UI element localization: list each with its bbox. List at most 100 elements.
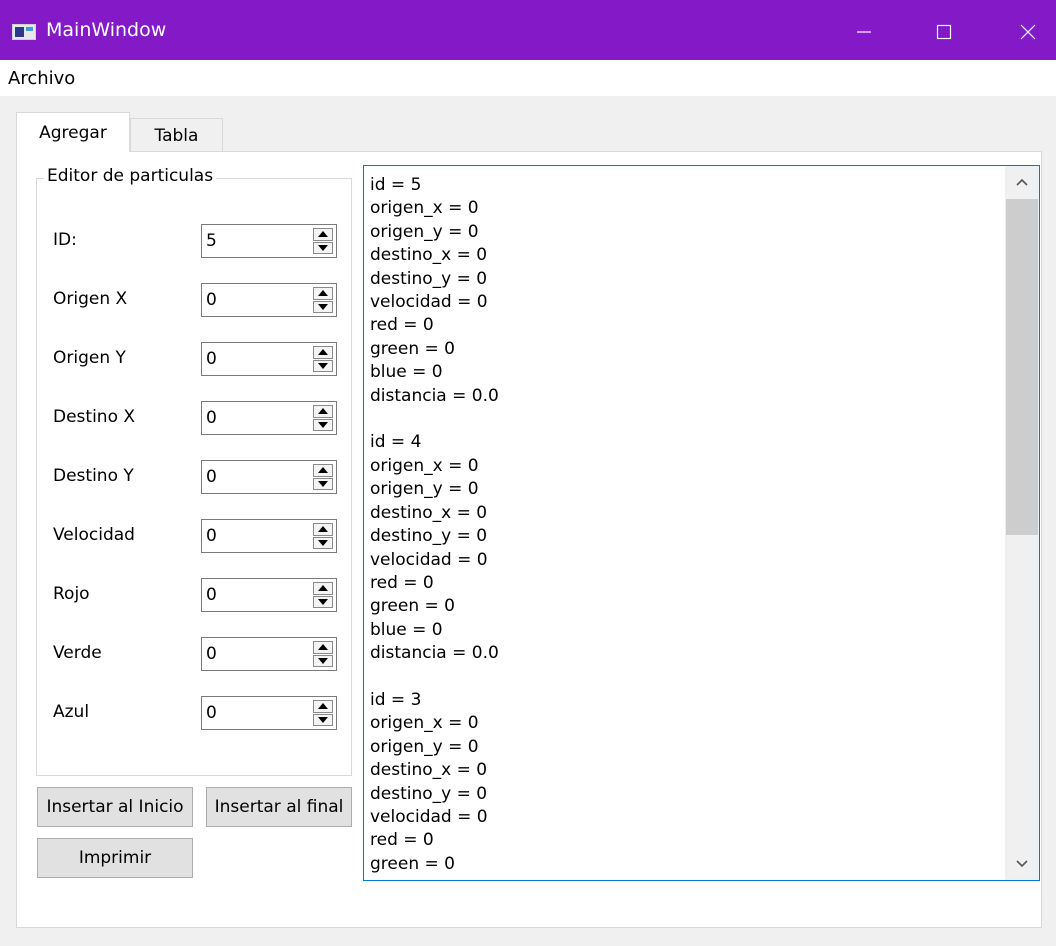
field-row-id: ID: 5: [37, 224, 353, 258]
velocidad-label: Velocidad: [53, 525, 135, 545]
field-row-verde: Verde 0: [37, 637, 353, 671]
close-button[interactable]: [1000, 10, 1056, 54]
spin-up-button[interactable]: [313, 464, 333, 477]
origen-x-value[interactable]: 0: [206, 290, 217, 310]
id-label: ID:: [53, 230, 77, 250]
arrow-up-icon: [318, 644, 328, 651]
id-value[interactable]: 5: [206, 231, 217, 251]
arrow-down-icon: [318, 421, 328, 428]
maximize-icon: [936, 24, 952, 40]
arrow-up-icon: [318, 290, 328, 297]
verde-value[interactable]: 0: [206, 644, 217, 664]
app-window-icon: [12, 24, 36, 40]
arrow-up-icon: [318, 467, 328, 474]
spin-up-button[interactable]: [313, 641, 333, 654]
arrow-up-icon: [318, 585, 328, 592]
arrow-down-icon: [318, 362, 328, 369]
arrow-up-icon: [318, 526, 328, 533]
id-spinbox[interactable]: 5: [201, 224, 337, 258]
central-widget: Agregar Tabla Editor de particulas ID: 5…: [0, 96, 1056, 946]
minimize-button[interactable]: [836, 10, 892, 54]
output-text[interactable]: id = 5 origen_x = 0 origen_y = 0 destino…: [370, 174, 1000, 876]
verde-spinbox[interactable]: 0: [201, 637, 337, 671]
field-row-origen-y: Origen Y 0: [37, 342, 353, 376]
destino-x-label: Destino X: [53, 407, 136, 427]
spin-up-button[interactable]: [313, 405, 333, 418]
field-row-rojo: Rojo 0: [37, 578, 353, 612]
rojo-spinbox[interactable]: 0: [201, 578, 337, 612]
field-row-origen-x: Origen X 0: [37, 283, 353, 317]
spin-down-button[interactable]: [313, 418, 333, 431]
arrow-up-icon: [318, 349, 328, 356]
spin-up-button[interactable]: [313, 700, 333, 713]
destino-y-value[interactable]: 0: [206, 467, 217, 487]
spin-down-button[interactable]: [313, 477, 333, 490]
spin-down-button[interactable]: [313, 654, 333, 667]
azul-label: Azul: [53, 702, 90, 722]
tab-pane-agregar: Editor de particulas ID: 5 Origen X 0 Or…: [16, 151, 1042, 928]
chevron-down-icon: [1016, 860, 1028, 868]
close-icon: [1020, 24, 1036, 40]
velocidad-spinbox[interactable]: 0: [201, 519, 337, 553]
vertical-scrollbar[interactable]: [1005, 166, 1039, 880]
spin-up-button[interactable]: [313, 523, 333, 536]
azul-spinbox[interactable]: 0: [201, 696, 337, 730]
minimize-icon: [857, 31, 871, 33]
origen-x-label: Origen X: [53, 289, 128, 309]
spin-up-button[interactable]: [313, 582, 333, 595]
spin-down-button[interactable]: [313, 713, 333, 726]
window-title: MainWindow: [46, 19, 167, 41]
particle-editor-group: Editor de particulas ID: 5 Origen X 0 Or…: [36, 166, 353, 776]
menu-bar: Archivo: [0, 60, 1056, 96]
arrow-down-icon: [318, 480, 328, 487]
arrow-down-icon: [318, 539, 328, 546]
insert-end-button[interactable]: Insertar al final: [206, 787, 352, 827]
rojo-value[interactable]: 0: [206, 585, 217, 605]
spin-down-button[interactable]: [313, 241, 333, 254]
title-bar[interactable]: MainWindow: [0, 0, 1056, 60]
destino-x-value[interactable]: 0: [206, 408, 217, 428]
destino-y-spinbox[interactable]: 0: [201, 460, 337, 494]
arrow-down-icon: [318, 716, 328, 723]
destino-y-label: Destino Y: [53, 466, 134, 486]
arrow-down-icon: [318, 244, 328, 251]
insert-start-button[interactable]: Insertar al Inicio: [37, 787, 193, 827]
arrow-down-icon: [318, 598, 328, 605]
chevron-up-icon: [1016, 178, 1028, 186]
print-button[interactable]: Imprimir: [37, 838, 193, 878]
group-title: Editor de particulas: [44, 166, 217, 186]
arrow-up-icon: [318, 408, 328, 415]
verde-label: Verde: [53, 643, 102, 663]
field-row-azul: Azul 0: [37, 696, 353, 730]
spin-up-button[interactable]: [313, 346, 333, 359]
origen-x-spinbox[interactable]: 0: [201, 283, 337, 317]
origen-y-spinbox[interactable]: 0: [201, 342, 337, 376]
spin-up-button[interactable]: [313, 287, 333, 300]
origen-y-label: Origen Y: [53, 348, 126, 368]
menu-archivo[interactable]: Archivo: [8, 68, 75, 89]
rojo-label: Rojo: [53, 584, 90, 604]
spin-down-button[interactable]: [313, 300, 333, 313]
scroll-down-button[interactable]: [1005, 848, 1039, 880]
scrollbar-thumb[interactable]: [1006, 199, 1038, 535]
arrow-up-icon: [318, 703, 328, 710]
maximize-button[interactable]: [916, 10, 972, 54]
azul-value[interactable]: 0: [206, 703, 217, 723]
destino-x-spinbox[interactable]: 0: [201, 401, 337, 435]
output-text-area[interactable]: id = 5 origen_x = 0 origen_y = 0 destino…: [363, 165, 1040, 881]
field-row-destino-x: Destino X 0: [37, 401, 353, 435]
arrow-down-icon: [318, 303, 328, 310]
field-row-destino-y: Destino Y 0: [37, 460, 353, 494]
velocidad-value[interactable]: 0: [206, 526, 217, 546]
field-row-velocidad: Velocidad 0: [37, 519, 353, 553]
spin-up-button[interactable]: [313, 228, 333, 241]
tab-agregar[interactable]: Agregar: [16, 112, 130, 152]
spin-down-button[interactable]: [313, 536, 333, 549]
origen-y-value[interactable]: 0: [206, 349, 217, 369]
scroll-up-button[interactable]: [1005, 166, 1039, 198]
arrow-up-icon: [318, 231, 328, 238]
spin-down-button[interactable]: [313, 595, 333, 608]
tab-tabla[interactable]: Tabla: [130, 118, 223, 152]
spin-down-button[interactable]: [313, 359, 333, 372]
arrow-down-icon: [318, 657, 328, 664]
